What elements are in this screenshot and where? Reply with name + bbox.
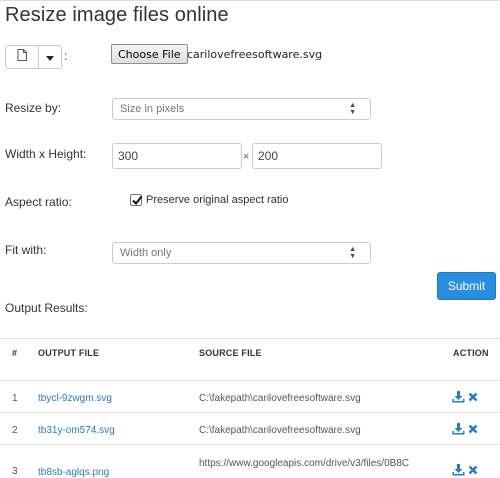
resize-by-select[interactable]: Size in pixels ▲ ▼ [112, 98, 371, 120]
output-file-link[interactable]: tbycl-9zwgm.svg [38, 393, 112, 404]
preserve-aspect-checkbox[interactable] [130, 194, 143, 206]
caret-down-icon [46, 48, 54, 66]
file-source-dropdown[interactable] [5, 45, 62, 69]
preserve-aspect-label[interactable]: Preserve original aspect ratio [146, 194, 288, 206]
page-title: Resize image files online [5, 4, 229, 26]
row-number: 2 [12, 425, 18, 436]
delete-icon[interactable] [468, 465, 478, 475]
width-height-label: Width x Height: [5, 147, 87, 161]
file-source-button[interactable] [6, 46, 39, 68]
source-file: C:\fakepath\carilovefreesoftware.svg [199, 425, 361, 436]
download-icon[interactable] [452, 423, 465, 435]
resize-by-label: Resize by: [5, 101, 62, 115]
column-header-output: OUTPUT FILE [38, 348, 100, 358]
fit-with-label: Fit with: [5, 243, 47, 257]
file-icon [17, 48, 27, 66]
column-header-action: ACTION [453, 348, 489, 358]
dropdown-toggle[interactable] [39, 46, 61, 68]
height-input[interactable]: 200 [252, 143, 382, 169]
checkmark-icon [132, 195, 143, 206]
source-file: C:\fakepath\carilovefreesoftware.svg [199, 393, 361, 404]
column-header-number: # [12, 348, 18, 358]
results-title: Output Results: [5, 301, 88, 315]
delete-icon[interactable] [468, 392, 478, 402]
table-divider [0, 444, 500, 445]
row-actions [452, 423, 478, 435]
row-actions [452, 391, 478, 403]
output-file-link[interactable]: tb31y-om574.svg [38, 425, 115, 436]
delete-icon[interactable] [468, 424, 478, 434]
output-file-link[interactable]: tb8sb-aglqs.png [38, 467, 109, 478]
resize-by-value: Size in pixels [120, 103, 185, 115]
upload-colon: : [64, 49, 68, 63]
selected-file-name: carilovefreesoftware.svg [187, 48, 323, 61]
submit-button[interactable]: Submit [437, 272, 496, 300]
fit-with-select[interactable]: Width only ▲ ▼ [112, 242, 371, 264]
choose-file-button[interactable]: Choose File [111, 44, 188, 64]
row-actions [452, 464, 478, 476]
row-number: 3 [12, 466, 18, 477]
select-arrows-icon: ▲ ▼ [349, 102, 356, 116]
table-divider [0, 380, 500, 381]
download-icon[interactable] [452, 391, 465, 403]
select-arrows-icon: ▲ ▼ [349, 246, 356, 260]
table-divider [0, 412, 500, 413]
aspect-ratio-label: Aspect ratio: [5, 195, 72, 209]
source-file: https://www.googleapis.com/drive/v3/file… [199, 458, 410, 469]
width-input[interactable]: 300 [112, 143, 242, 169]
download-icon[interactable] [452, 464, 465, 476]
row-number: 1 [12, 393, 18, 404]
fit-with-value: Width only [120, 247, 172, 259]
top-divider [0, 0, 500, 1]
column-header-source: SOURCE FILE [199, 348, 262, 358]
dimension-separator: × [243, 151, 250, 163]
table-divider [0, 338, 500, 339]
